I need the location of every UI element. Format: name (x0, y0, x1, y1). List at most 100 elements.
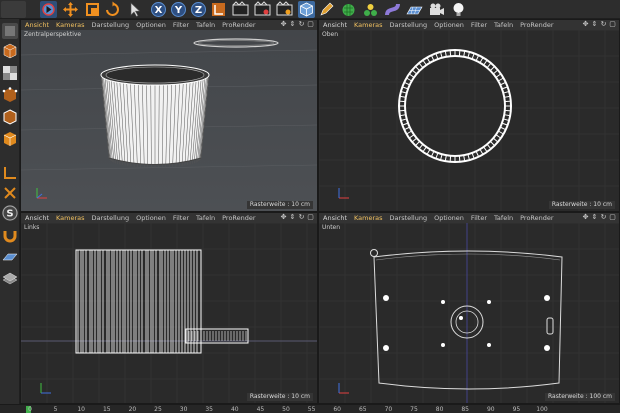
viewport-perspective[interactable]: Ansicht Kameras Darstellung Optionen Fil… (20, 19, 318, 212)
timeline-tick-label: 35 (205, 406, 214, 413)
menu-optionen[interactable]: Optionen (136, 214, 166, 222)
rotate-view-icon[interactable]: ↻ (298, 21, 305, 28)
menu-optionen[interactable]: Optionen (434, 21, 464, 29)
deformer-icon[interactable] (384, 1, 401, 18)
maximize-view-icon[interactable]: ▢ (609, 214, 616, 221)
array-icon[interactable] (362, 1, 379, 18)
menu-filter[interactable]: Filter (471, 214, 487, 222)
undo-icon[interactable] (1, 1, 26, 18)
magnet-icon[interactable] (2, 227, 18, 243)
pen-icon[interactable] (318, 1, 335, 18)
viewport-canvas[interactable] (319, 223, 619, 403)
menu-optionen[interactable]: Optionen (434, 214, 464, 222)
menu-filter[interactable]: Filter (173, 214, 189, 222)
menu-filter[interactable]: Filter (471, 21, 487, 29)
viewport-nav-icons: ✥ ⇕ ↻ ▢ (280, 214, 314, 221)
z-axis-icon[interactable]: Z (190, 1, 207, 18)
edges-mode-icon[interactable] (2, 109, 18, 125)
menu-tafeln[interactable]: Tafeln (196, 214, 215, 222)
menu-darstellung[interactable]: Darstellung (92, 214, 130, 222)
points-mode-icon[interactable] (2, 87, 18, 103)
menu-darstellung[interactable]: Darstellung (390, 21, 428, 29)
menu-tafeln[interactable]: Tafeln (494, 214, 513, 222)
x-axis-icon[interactable]: X (150, 1, 167, 18)
timeline-tick-label: 60 (333, 406, 342, 413)
viewport-left[interactable]: Ansicht Kameras Darstellung Optionen Fil… (20, 212, 318, 404)
menu-kameras[interactable]: Kameras (354, 21, 383, 29)
svg-text:Z: Z (195, 5, 202, 16)
render-picture-icon[interactable] (254, 1, 271, 18)
menu-tafeln[interactable]: Tafeln (494, 21, 513, 29)
timeline-tick-label: 70 (384, 406, 393, 413)
axis-mode-icon[interactable] (2, 165, 18, 181)
timeline-tick-label: 80 (435, 406, 444, 413)
menu-prorender[interactable]: ProRender (520, 214, 553, 222)
texture-mode-icon[interactable] (2, 65, 18, 81)
axis-gizmo (36, 188, 47, 199)
move-view-icon[interactable]: ✥ (582, 21, 589, 28)
layer-icon[interactable] (2, 271, 18, 287)
viewport-canvas[interactable] (21, 30, 317, 211)
viewport-top[interactable]: Ansicht Kameras Darstellung Optionen Fil… (318, 19, 620, 212)
menu-ansicht[interactable]: Ansicht (323, 214, 347, 222)
select-icon[interactable] (126, 1, 143, 18)
cylinder-object (100, 64, 210, 168)
viewport-nav-icons: ✥ ⇕ ↻ ▢ (582, 214, 616, 221)
maximize-view-icon[interactable]: ▢ (307, 21, 314, 28)
subdivision-icon[interactable] (340, 1, 357, 18)
model-mode-icon[interactable] (2, 23, 18, 39)
camera-icon[interactable] (428, 1, 445, 18)
menu-kameras[interactable]: Kameras (56, 214, 85, 222)
menu-ansicht[interactable]: Ansicht (25, 214, 49, 222)
viewport-canvas[interactable] (21, 223, 317, 403)
rotate-view-icon[interactable]: ↻ (600, 214, 607, 221)
menu-filter[interactable]: Filter (173, 21, 189, 29)
floor-icon[interactable] (406, 1, 423, 18)
zoom-view-icon[interactable]: ⇕ (289, 21, 296, 28)
coordinate-system-icon[interactable] (210, 1, 227, 18)
tweak-mode-icon[interactable] (2, 185, 18, 201)
move-tool-icon[interactable] (62, 1, 79, 18)
menu-ansicht[interactable]: Ansicht (25, 21, 49, 29)
workplane-icon[interactable] (2, 249, 18, 265)
render-view-icon[interactable] (232, 1, 249, 18)
zoom-view-icon[interactable]: ⇕ (289, 214, 296, 221)
viewport-bottom[interactable]: Ansicht Kameras Darstellung Optionen Fil… (318, 212, 620, 404)
light-icon[interactable] (450, 1, 467, 18)
viewport-label: Links (24, 224, 40, 231)
menu-darstellung[interactable]: Darstellung (92, 21, 130, 29)
menu-kameras[interactable]: Kameras (56, 21, 85, 29)
zoom-view-icon[interactable]: ⇕ (591, 214, 598, 221)
menu-ansicht[interactable]: Ansicht (323, 21, 347, 29)
menu-tafeln[interactable]: Tafeln (196, 21, 215, 29)
move-icon[interactable] (40, 1, 57, 18)
object-mode-icon[interactable] (2, 43, 18, 59)
top-scene (319, 30, 619, 211)
rotate-view-icon[interactable]: ↻ (298, 214, 305, 221)
menu-prorender[interactable]: ProRender (222, 21, 255, 29)
left-scene (21, 223, 317, 403)
menu-prorender[interactable]: ProRender (520, 21, 553, 29)
move-view-icon[interactable]: ✥ (582, 214, 589, 221)
move-view-icon[interactable]: ✥ (280, 214, 287, 221)
scale-icon[interactable] (84, 1, 101, 18)
y-axis-icon[interactable]: Y (170, 1, 187, 18)
snap-icon[interactable]: S (2, 205, 18, 221)
rotate-icon[interactable] (104, 1, 121, 18)
cube-icon[interactable] (298, 1, 315, 18)
maximize-view-icon[interactable]: ▢ (307, 214, 314, 221)
move-view-icon[interactable]: ✥ (280, 21, 287, 28)
render-settings-icon[interactable] (276, 1, 293, 18)
menu-kameras[interactable]: Kameras (354, 214, 383, 222)
menu-prorender[interactable]: ProRender (222, 214, 255, 222)
rotate-view-icon[interactable]: ↻ (600, 21, 607, 28)
polygons-mode-icon[interactable] (2, 131, 18, 147)
menu-optionen[interactable]: Optionen (136, 21, 166, 29)
timeline-ruler[interactable]: 0 5 10 15 20 25 30 35 40 45 50 55 60 65 70 75 80 85 90 95 10… (0, 404, 620, 413)
viewport-canvas[interactable] (319, 30, 619, 211)
menu-darstellung[interactable]: Darstellung (390, 214, 428, 222)
timeline-tick-label: 20 (128, 406, 137, 413)
cylinder-side-object (75, 249, 249, 354)
maximize-view-icon[interactable]: ▢ (609, 21, 616, 28)
zoom-view-icon[interactable]: ⇕ (591, 21, 598, 28)
